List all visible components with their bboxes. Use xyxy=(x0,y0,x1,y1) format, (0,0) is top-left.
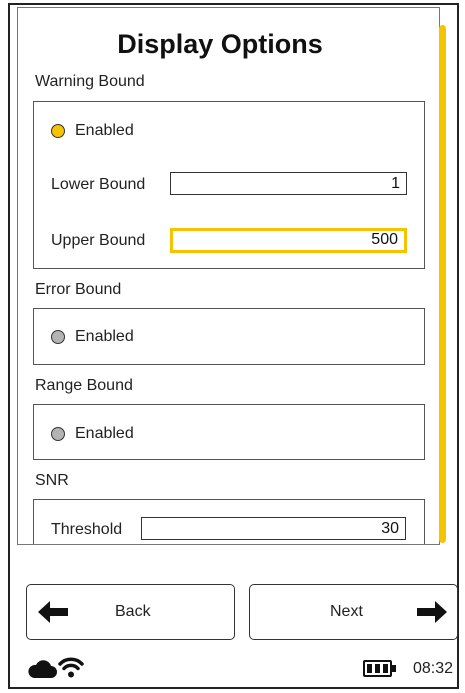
radio-unselected-icon xyxy=(51,427,65,441)
range-bound-label: Range Bound xyxy=(35,377,133,394)
error-enabled-label: Enabled xyxy=(75,328,134,345)
snr-group: Threshold 30 xyxy=(33,499,425,544)
range-bound-group: Enabled xyxy=(33,404,425,460)
lower-bound-label: Lower Bound xyxy=(51,176,146,193)
arrow-left-icon xyxy=(38,601,68,623)
error-bound-label: Error Bound xyxy=(35,281,122,298)
warning-bound-label: Warning Bound xyxy=(35,73,145,90)
next-button[interactable]: Next xyxy=(249,584,458,640)
error-bound-group: Enabled xyxy=(33,308,425,365)
warning-enabled-label: Enabled xyxy=(75,122,134,139)
page-title: Display Options xyxy=(117,29,323,59)
back-label: Back xyxy=(115,603,151,620)
next-label: Next xyxy=(330,603,363,620)
cloud-icon xyxy=(28,660,57,678)
snr-label: SNR xyxy=(35,472,69,489)
radio-unselected-icon xyxy=(51,330,65,344)
wifi-icon xyxy=(58,657,84,678)
threshold-input[interactable]: 30 xyxy=(141,517,406,540)
back-button[interactable]: Back xyxy=(26,584,235,640)
clock-time: 08:32 xyxy=(412,660,453,677)
battery-icon xyxy=(363,660,396,677)
range-enabled-radio[interactable]: Enabled xyxy=(51,425,134,443)
range-enabled-label: Enabled xyxy=(75,425,134,442)
upper-bound-label: Upper Bound xyxy=(51,232,146,249)
status-bar: 08:32 xyxy=(8,652,459,689)
options-panel: Display Options Warning Bound Enabled Lo… xyxy=(17,7,440,545)
radio-selected-icon xyxy=(51,124,65,138)
threshold-label: Threshold xyxy=(51,521,123,538)
warning-bound-group: Enabled Lower Bound 1 Upper Bound 500 xyxy=(33,101,425,269)
warning-enabled-radio[interactable]: Enabled xyxy=(51,122,134,140)
scrollbar[interactable] xyxy=(439,25,446,543)
upper-bound-input[interactable]: 500 xyxy=(170,228,407,253)
error-enabled-radio[interactable]: Enabled xyxy=(51,328,134,346)
arrow-right-icon xyxy=(417,601,447,623)
lower-bound-input[interactable]: 1 xyxy=(170,172,407,195)
